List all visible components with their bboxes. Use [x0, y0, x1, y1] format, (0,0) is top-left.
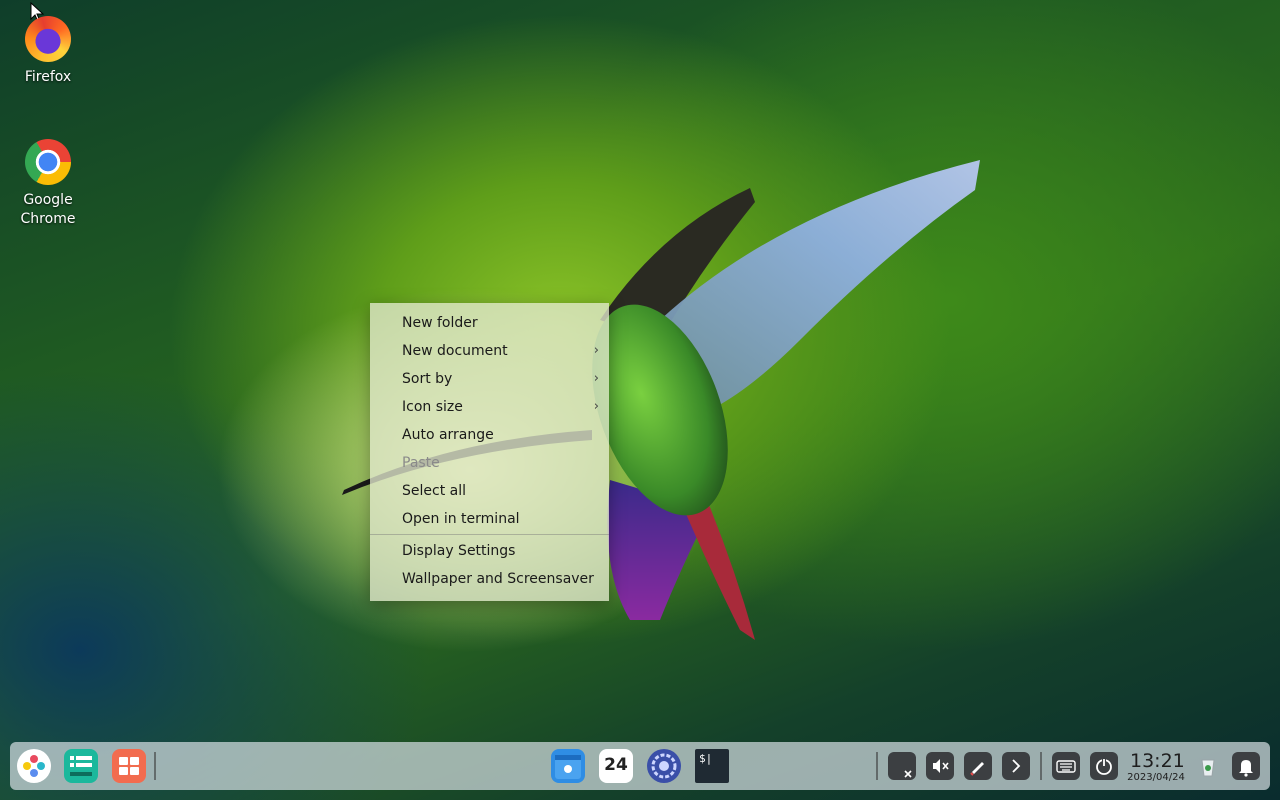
dock-separator	[876, 752, 878, 780]
multitask-view-icon[interactable]	[64, 749, 98, 783]
expand-tray-icon[interactable]	[1002, 752, 1030, 780]
desktop-icon-firefox[interactable]: Firefox	[0, 16, 96, 87]
workspace-icon[interactable]	[112, 749, 146, 783]
desktop-context-menu: New folder New document › Sort by › Icon s…	[370, 303, 609, 601]
clock-date: 2023/04/24	[1127, 772, 1185, 783]
chevron-right-icon: ›	[593, 399, 599, 414]
firefox-icon	[25, 16, 71, 62]
menu-item-open-in-terminal[interactable]: Open in terminal	[370, 505, 609, 533]
launcher-icon[interactable]	[17, 749, 51, 783]
notification-icon[interactable]	[1232, 752, 1260, 780]
dock-separator	[154, 752, 156, 780]
chevron-right-icon: ›	[593, 371, 599, 386]
pen-icon[interactable]	[964, 752, 992, 780]
terminal-icon[interactable]: $|	[695, 749, 729, 783]
chrome-icon	[25, 139, 71, 185]
menu-item-icon-size[interactable]: Icon size ›	[370, 393, 609, 421]
calendar-day: 24	[604, 755, 628, 775]
file-manager-icon[interactable]	[551, 749, 585, 783]
menu-item-display-settings[interactable]: Display Settings	[370, 537, 609, 565]
menu-item-sort-by[interactable]: Sort by ›	[370, 365, 609, 393]
desktop-icon-label: Google Chrome	[20, 192, 76, 227]
chevron-right-icon: ›	[593, 343, 599, 358]
menu-item-auto-arrange[interactable]: Auto arrange	[370, 421, 609, 449]
trash-icon[interactable]	[1194, 752, 1222, 780]
calendar-icon[interactable]: 24	[599, 749, 633, 783]
menu-item-new-folder[interactable]: New folder	[370, 309, 609, 337]
menu-item-wallpaper-and-screensaver[interactable]: Wallpaper and Screensaver	[370, 565, 609, 593]
menu-item-paste: Paste	[402, 455, 440, 471]
terminal-prompt: $|	[699, 752, 713, 765]
desktop-icon-google-chrome[interactable]: Google Chrome	[0, 139, 96, 229]
menu-item-select-all[interactable]: Select all	[370, 477, 609, 505]
control-center-icon[interactable]	[647, 749, 681, 783]
menu-separator	[370, 534, 609, 535]
screen-cast-icon[interactable]	[888, 752, 916, 780]
power-icon[interactable]	[1090, 752, 1118, 780]
menu-item-new-document[interactable]: New document ›	[370, 337, 609, 365]
clock-time[interactable]: 13:21	[1130, 750, 1185, 772]
keyboard-icon[interactable]	[1052, 752, 1080, 780]
volume-muted-icon[interactable]	[926, 752, 954, 780]
desktop-icon-label: Firefox	[24, 69, 72, 85]
dock: 24 $| 13:21 2023/04/24	[10, 742, 1270, 790]
dock-separator	[1040, 752, 1042, 780]
